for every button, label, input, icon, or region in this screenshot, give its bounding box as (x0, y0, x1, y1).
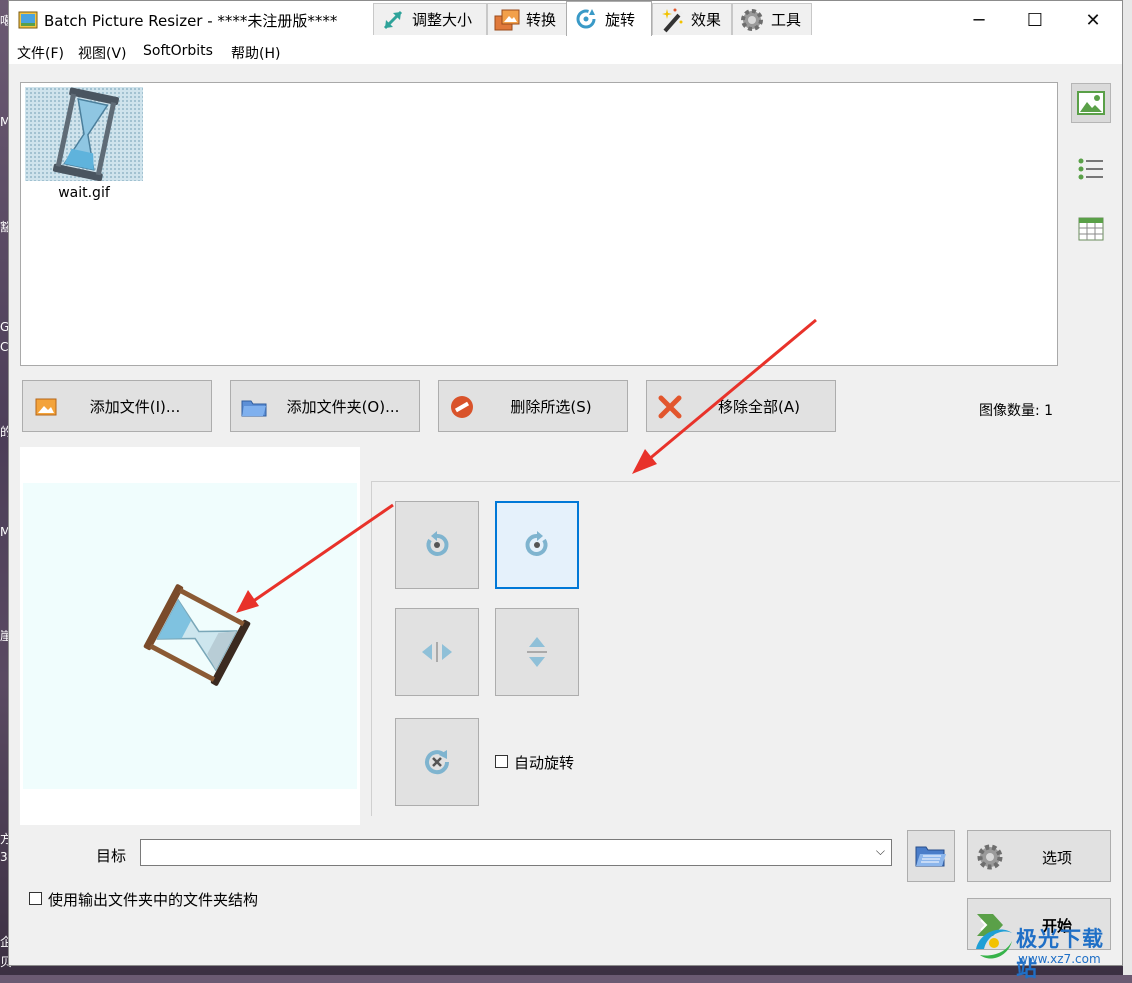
rotate-left-button[interactable] (395, 501, 479, 589)
app-window: Batch Picture Resizer - ****未注册版**** ─ ☐… (8, 0, 1123, 966)
x-mark-icon (657, 394, 683, 420)
options-button[interactable]: 选项 (967, 830, 1111, 882)
tab-tools[interactable]: 工具 (732, 3, 812, 35)
tab-convert[interactable]: 转换 (487, 3, 567, 35)
no-entry-icon (449, 394, 475, 420)
flip-horizontal-button[interactable] (395, 608, 479, 696)
file-thumbnail[interactable] (25, 87, 143, 182)
rotate-right-button[interactable] (495, 501, 579, 589)
tab-tools-label: 工具 (771, 11, 802, 29)
chevron-down-icon[interactable]: ⌵ (876, 844, 885, 859)
open-folder-icon (915, 846, 946, 867)
picture-icon (1077, 91, 1105, 115)
remove-all-button[interactable]: 移除全部(A) (646, 380, 836, 432)
convert-icon (494, 7, 520, 33)
close-button[interactable]: ✕ (1064, 1, 1122, 39)
menu-bar: 文件(F) 视图(V) SoftOrbits 帮助(H) (9, 39, 1122, 64)
add-folder-button[interactable]: 添加文件夹(O)... (230, 380, 420, 432)
minimize-button[interactable]: ─ (950, 1, 1008, 39)
reset-rotation-button[interactable] (395, 718, 479, 806)
keep-structure-label: 使用输出文件夹中的文件夹结构 (48, 891, 259, 909)
image-file-icon (33, 394, 59, 420)
rotate-icon (573, 6, 599, 32)
thumbnail-view-button[interactable] (1071, 83, 1111, 123)
tab-effects[interactable]: 效果 (652, 3, 732, 35)
tab-convert-label: 转换 (526, 11, 557, 29)
remove-selected-label: 删除所选(S) (510, 397, 592, 416)
flip-vertical-icon (527, 637, 547, 667)
auto-rotate-checkbox[interactable] (495, 755, 508, 768)
watermark: 极光下载站 www.xz7.com (970, 919, 1125, 981)
menu-file[interactable]: 文件(F) (17, 43, 64, 63)
image-preview (20, 447, 360, 825)
target-folder-input[interactable]: ⌵ (140, 839, 892, 866)
target-label: 目标 (96, 847, 127, 865)
rotate-panel (371, 481, 1120, 816)
table-icon (1078, 217, 1104, 241)
add-file-label: 添加文件(I)... (89, 397, 181, 416)
app-icon (18, 10, 38, 30)
hourglass-icon (52, 87, 119, 182)
gear-icon (739, 7, 765, 33)
preview-canvas (23, 483, 357, 789)
browse-folder-button[interactable] (907, 830, 955, 882)
list-view-button[interactable] (1071, 149, 1111, 189)
desktop-background: 噶 M 豁 G C 的 M 崖 方 3 企 贝 (0, 0, 12, 975)
tab-rotate[interactable]: 旋转 (566, 1, 652, 36)
gear-icon (974, 841, 1006, 873)
keep-structure-checkbox[interactable] (29, 892, 42, 905)
menu-help[interactable]: 帮助(H) (231, 43, 280, 63)
rotate-right-icon (525, 531, 548, 556)
tab-effects-label: 效果 (691, 11, 722, 29)
folder-icon (241, 394, 267, 420)
reset-rotation-icon (425, 750, 450, 775)
rotated-hourglass-icon (143, 584, 251, 686)
watermark-logo-icon (976, 929, 1012, 959)
flip-horizontal-icon (422, 642, 452, 662)
tab-rotate-label: 旋转 (605, 10, 636, 29)
window-title: Batch Picture Resizer - ****未注册版**** (44, 12, 338, 30)
rotate-left-icon (426, 531, 449, 556)
menu-softorbits[interactable]: SoftOrbits (143, 43, 213, 59)
flip-vertical-button[interactable] (495, 608, 579, 696)
options-label: 选项 (1041, 849, 1072, 867)
maximize-button[interactable]: ☐ (1006, 1, 1064, 39)
file-list-panel[interactable]: wait.gif (20, 82, 1058, 366)
watermark-url: www.xz7.com (1018, 952, 1101, 966)
resize-icon (380, 7, 406, 33)
remove-all-label: 移除全部(A) (718, 397, 800, 416)
tab-resize[interactable]: 调整大小 (373, 3, 487, 35)
image-count: 图像数量: 1 (979, 403, 1054, 419)
add-file-button[interactable]: 添加文件(I)... (22, 380, 212, 432)
add-folder-label: 添加文件夹(O)... (286, 397, 400, 416)
remove-selected-button[interactable]: 删除所选(S) (438, 380, 628, 432)
tab-resize-label: 调整大小 (412, 11, 473, 29)
auto-rotate-label: 自动旋转 (514, 754, 575, 772)
table-view-button[interactable] (1071, 209, 1111, 249)
list-icon (1078, 158, 1103, 180)
desktop-glyph: 3 (0, 850, 8, 864)
file-name: wait.gif (58, 185, 110, 201)
background-window-edge (1123, 0, 1132, 975)
menu-view[interactable]: 视图(V) (78, 43, 127, 63)
magic-wand-icon (659, 7, 685, 33)
